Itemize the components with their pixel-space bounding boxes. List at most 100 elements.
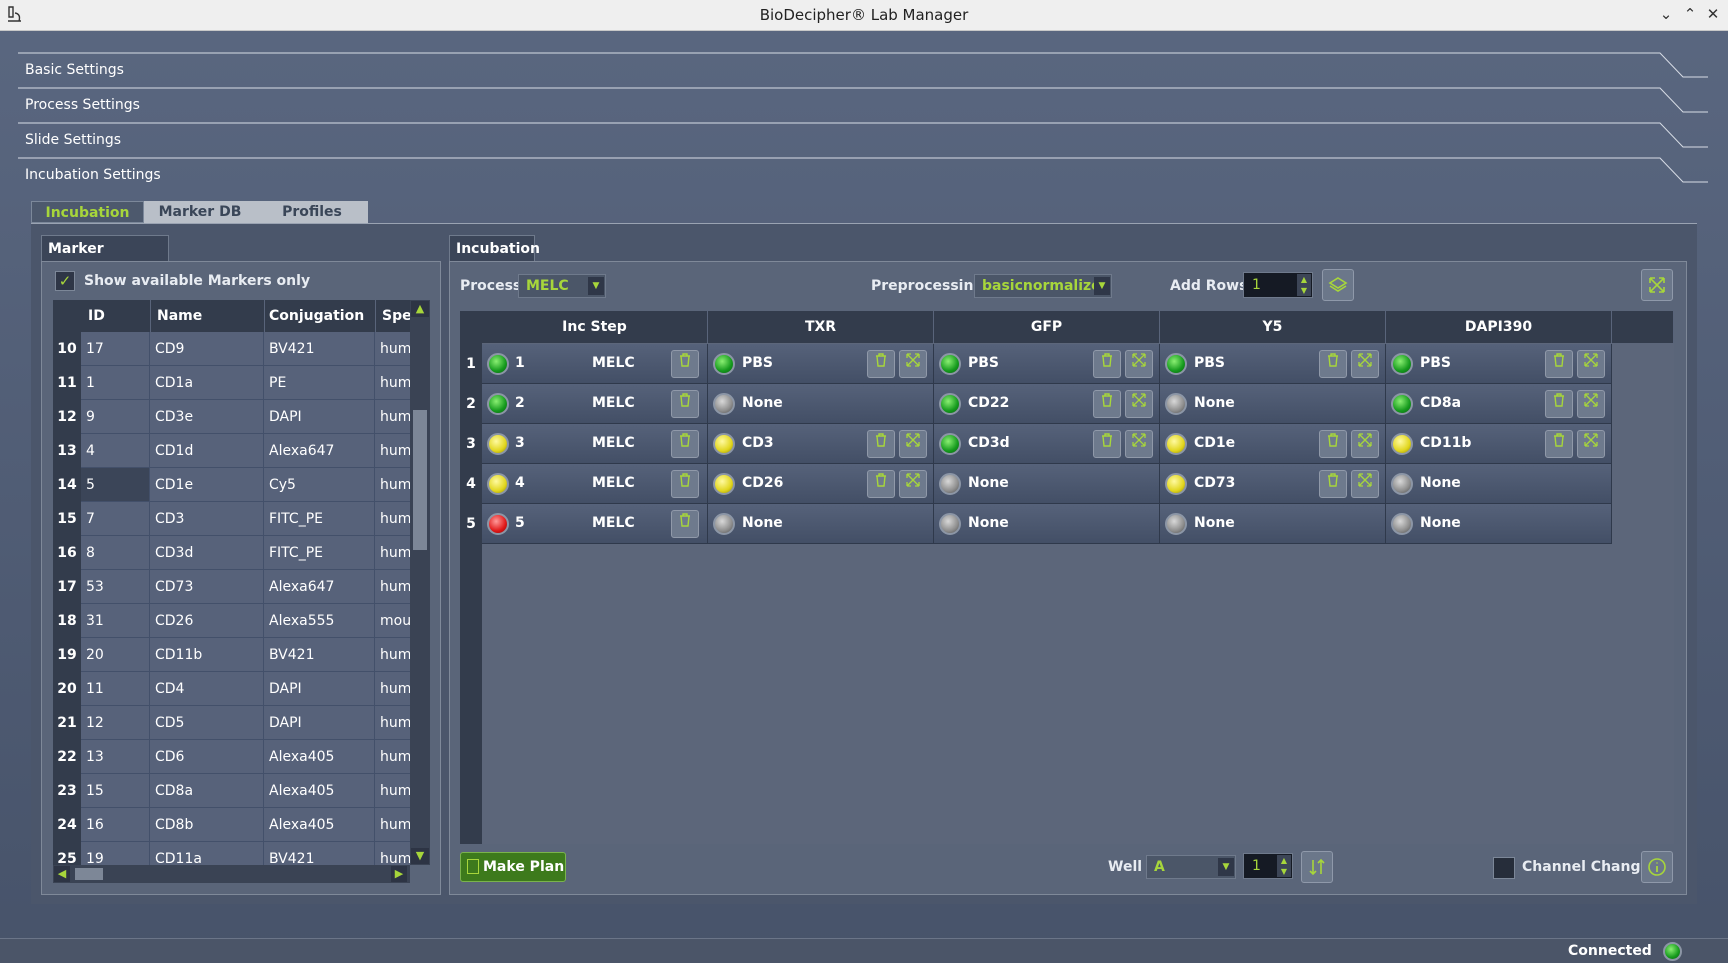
spin-down-icon[interactable]: ▼ (1277, 866, 1291, 877)
add-rows-spinbox[interactable]: 1 ▲ ▼ (1243, 272, 1313, 298)
delete-step-button[interactable] (671, 390, 699, 418)
channel-cell[interactable]: None (708, 384, 934, 424)
marker-id-cell[interactable]: 4 (81, 434, 150, 468)
expand-marker-button[interactable] (1577, 350, 1605, 378)
table-row[interactable]: 23 15 CD8a Alexa405 hum (53, 774, 430, 808)
header-dapi390[interactable]: DAPI390 (1386, 311, 1612, 343)
marker-id-cell[interactable]: 8 (81, 536, 150, 570)
table-row[interactable]: 17 53 CD73 Alexa647 hum (53, 570, 430, 604)
table-row[interactable]: 21 12 CD5 DAPI hum (53, 706, 430, 740)
delete-step-button[interactable] (671, 510, 699, 538)
channel-cell[interactable]: CD8a (1386, 384, 1612, 424)
marker-id-cell[interactable]: 20 (81, 638, 150, 672)
marker-name-cell[interactable]: CD6 (150, 740, 264, 774)
table-row[interactable]: 15 7 CD3 FITC_PE hum (53, 502, 430, 536)
scroll-right-arrow-icon[interactable]: ▶ (391, 866, 407, 882)
delete-marker-button[interactable] (1093, 350, 1121, 378)
marker-conjugation-cell[interactable]: Alexa405 (264, 808, 375, 842)
marker-conjugation-cell[interactable]: BV421 (264, 842, 375, 865)
marker-id-cell[interactable]: 31 (81, 604, 150, 638)
marker-conjugation-cell[interactable]: DAPI (264, 400, 375, 434)
marker-table-hscrollbar[interactable]: ◀ ▶ (53, 865, 410, 883)
table-row[interactable]: 11 1 CD1a PE hum (53, 366, 430, 400)
marker-id-cell[interactable]: 16 (81, 808, 150, 842)
delete-marker-button[interactable] (1093, 390, 1121, 418)
channel-cell[interactable]: None (708, 504, 934, 544)
channel-cell[interactable]: PBS (934, 344, 1160, 384)
minimize-button[interactable]: ⌄ (1656, 4, 1676, 24)
channel-cell[interactable]: CD73 (1160, 464, 1386, 504)
header-y5[interactable]: Y5 (1160, 311, 1386, 343)
inc-step-cell[interactable]: 4 MELC (482, 464, 708, 504)
column-header-id[interactable]: ID (88, 308, 105, 324)
marker-name-cell[interactable]: CD8a (150, 774, 264, 808)
marker-name-cell[interactable]: CD3d (150, 536, 264, 570)
marker-conjugation-cell[interactable]: Alexa555 (264, 604, 375, 638)
tab-profiles[interactable]: Profiles (256, 201, 368, 223)
marker-name-cell[interactable]: CD3e (150, 400, 264, 434)
delete-step-button[interactable] (671, 350, 699, 378)
marker-id-cell[interactable]: 1 (81, 366, 150, 400)
delete-marker-button[interactable] (1545, 430, 1573, 458)
marker-name-cell[interactable]: CD1a (150, 366, 264, 400)
section-incubation-settings[interactable]: Incubation Settings (18, 157, 1708, 191)
marker-conjugation-cell[interactable]: BV421 (264, 638, 375, 672)
delete-marker-button[interactable] (867, 470, 895, 498)
marker-id-cell[interactable]: 17 (81, 332, 150, 366)
column-header-conjugation[interactable]: Conjugation (269, 308, 364, 324)
channel-cell[interactable]: CD11b (1386, 424, 1612, 464)
scroll-left-arrow-icon[interactable]: ◀ (54, 866, 70, 882)
table-row[interactable]: 14 5 CD1e Cy5 hum (53, 468, 430, 502)
inc-step-cell[interactable]: 2 MELC (482, 384, 708, 424)
table-row[interactable]: 18 31 CD26 Alexa555 mou (53, 604, 430, 638)
expand-marker-button[interactable] (899, 430, 927, 458)
marker-name-cell[interactable]: CD9 (150, 332, 264, 366)
table-row[interactable]: 20 11 CD4 DAPI hum (53, 672, 430, 706)
tab-incubation[interactable]: Incubation (31, 201, 144, 223)
delete-marker-button[interactable] (1545, 390, 1573, 418)
marker-id-cell[interactable]: 19 (81, 842, 150, 865)
tab-marker-db[interactable]: Marker DB (144, 201, 256, 223)
delete-marker-button[interactable] (867, 430, 895, 458)
channel-cell[interactable]: CD3 (708, 424, 934, 464)
marker-id-cell[interactable]: 5 (81, 468, 150, 502)
marker-conjugation-cell[interactable]: Alexa405 (264, 774, 375, 808)
marker-conjugation-cell[interactable]: Alexa647 (264, 434, 375, 468)
expand-marker-button[interactable] (1125, 350, 1153, 378)
inc-step-cell[interactable]: 1 MELC (482, 344, 708, 384)
channel-cell[interactable]: PBS (1160, 344, 1386, 384)
expand-marker-button[interactable] (1577, 430, 1605, 458)
process-select[interactable]: MELC ▼ (518, 274, 606, 298)
section-slide-settings[interactable]: Slide Settings (18, 122, 1708, 156)
spin-down-icon[interactable]: ▼ (1297, 285, 1311, 296)
column-header-name[interactable]: Name (157, 308, 202, 324)
close-button[interactable]: ✕ (1703, 4, 1723, 24)
channel-cell[interactable]: None (934, 504, 1160, 544)
marker-conjugation-cell[interactable]: BV421 (264, 332, 375, 366)
table-row[interactable]: 16 8 CD3d FITC_PE hum (53, 536, 430, 570)
expand-button[interactable] (1641, 269, 1673, 301)
marker-id-cell[interactable]: 7 (81, 502, 150, 536)
channel-cell[interactable]: CD26 (708, 464, 934, 504)
marker-conjugation-cell[interactable]: Alexa647 (264, 570, 375, 604)
marker-name-cell[interactable]: CD1e (150, 468, 264, 502)
delete-marker-button[interactable] (1319, 430, 1347, 458)
delete-step-button[interactable] (671, 430, 699, 458)
table-row[interactable]: 24 16 CD8b Alexa405 hum (53, 808, 430, 842)
delete-marker-button[interactable] (1319, 470, 1347, 498)
table-row[interactable]: 22 13 CD6 Alexa405 hum (53, 740, 430, 774)
marker-id-cell[interactable]: 11 (81, 672, 150, 706)
marker-name-cell[interactable]: CD4 (150, 672, 264, 706)
table-row[interactable]: 25 19 CD11a BV421 hum (53, 842, 430, 865)
well-number-spinbox[interactable]: 1 ▲ ▼ (1243, 853, 1293, 879)
marker-table-vscrollbar[interactable]: ▲ ▼ (410, 300, 430, 865)
marker-name-cell[interactable]: CD3 (150, 502, 264, 536)
delete-marker-button[interactable] (1093, 430, 1121, 458)
spin-up-icon[interactable]: ▲ (1277, 855, 1291, 866)
expand-marker-button[interactable] (1351, 430, 1379, 458)
scroll-up-arrow-icon[interactable]: ▲ (411, 301, 429, 317)
channel-cell[interactable]: None (1160, 384, 1386, 424)
inc-step-cell[interactable]: 5 MELC (482, 504, 708, 544)
delete-marker-button[interactable] (1319, 350, 1347, 378)
spin-up-icon[interactable]: ▲ (1297, 274, 1311, 285)
